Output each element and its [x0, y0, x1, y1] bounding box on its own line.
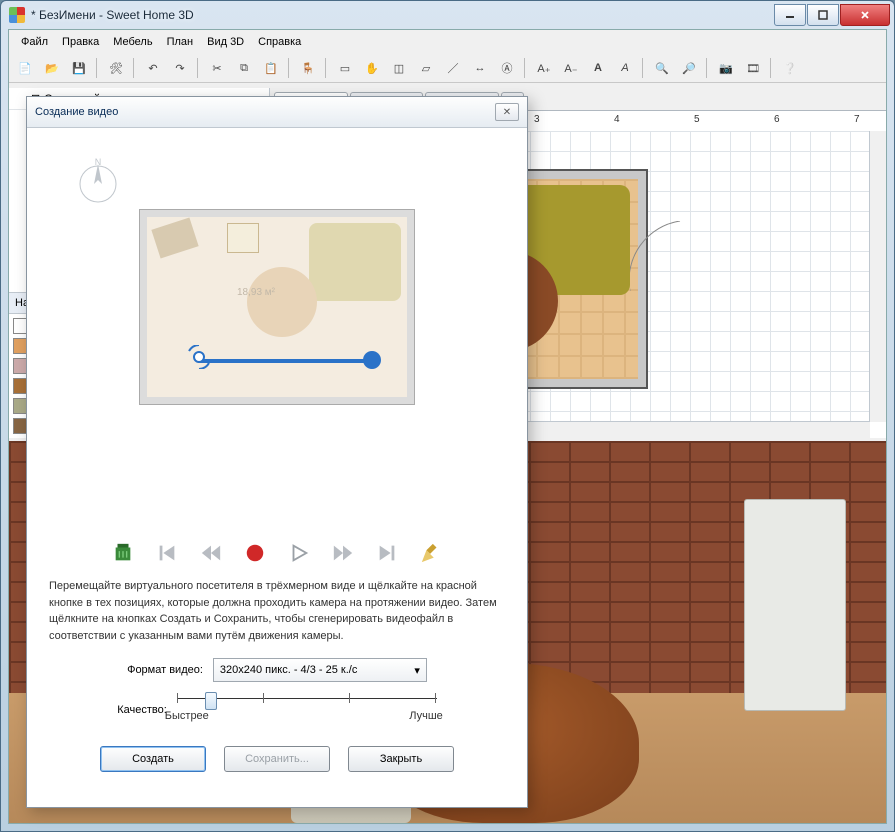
- italic-icon[interactable]: A: [613, 56, 637, 80]
- camera-path-start-icon[interactable]: [187, 345, 211, 369]
- video-icon[interactable]: 🎞: [741, 56, 765, 80]
- menu-view3d[interactable]: Вид 3D: [201, 34, 250, 50]
- compass-icon: N: [73, 156, 123, 206]
- mini-furn: [309, 223, 401, 301]
- create-text-icon[interactable]: Ⓐ: [495, 56, 519, 80]
- ruler-mark: 3: [534, 114, 540, 125]
- pan-tool-icon[interactable]: ✋: [360, 56, 384, 80]
- save-button[interactable]: Сохранить...: [224, 746, 330, 772]
- maximize-button[interactable]: [807, 4, 839, 26]
- window-title: * БезИмени - Sweet Home 3D: [31, 8, 194, 22]
- minimize-button[interactable]: [774, 4, 806, 26]
- ruler-mark: 6: [774, 114, 780, 125]
- delete-path-button[interactable]: [108, 540, 138, 566]
- dialog-close-action-button[interactable]: Закрыть: [348, 746, 454, 772]
- dialog-preview[interactable]: N 18,93 м²: [45, 140, 509, 530]
- create-polyline-icon[interactable]: ／: [441, 56, 465, 80]
- quality-right-label: Лучше: [409, 710, 443, 722]
- menu-edit[interactable]: Правка: [56, 34, 105, 50]
- ruler-mark: 5: [694, 114, 700, 125]
- door-3d: [744, 499, 846, 711]
- mini-area-label: 18,93 м²: [237, 287, 275, 298]
- broom-clean-button[interactable]: [416, 540, 446, 566]
- play-button[interactable]: [284, 540, 314, 566]
- seek-back-button[interactable]: [196, 540, 226, 566]
- record-button[interactable]: [240, 540, 270, 566]
- mini-furn: [151, 218, 198, 259]
- ruler-mark: 4: [614, 114, 620, 125]
- new-file-icon[interactable]: 📄: [13, 56, 37, 80]
- slider-thumb[interactable]: [205, 692, 217, 710]
- camera-path-end-icon[interactable]: [363, 351, 381, 369]
- dialog-description: Перемещайте виртуального посетителя в тр…: [45, 576, 509, 654]
- copy-icon[interactable]: ⧉: [232, 56, 256, 80]
- format-value: 320x240 пикс. - 4/3 - 25 к./с: [220, 664, 357, 676]
- undo-icon[interactable]: ↶: [141, 56, 165, 80]
- dialog-title: Создание видео: [35, 106, 118, 118]
- help-icon[interactable]: ❔: [778, 56, 802, 80]
- titlebar[interactable]: * БезИмени - Sweet Home 3D: [1, 1, 894, 29]
- open-file-icon[interactable]: 📂: [40, 56, 64, 80]
- menu-file[interactable]: Файл: [15, 34, 54, 50]
- bold-icon[interactable]: A: [586, 56, 610, 80]
- create-button[interactable]: Создать: [100, 746, 206, 772]
- text-bigger-icon[interactable]: A₊: [532, 56, 556, 80]
- close-button[interactable]: [840, 4, 890, 26]
- toolbar: 📄 📂 💾 🛠 ↶ ↷ ✂ ⧉ 📋 🪑 ▭ ✋ ◫ ▱ ／ ↔ Ⓐ A₊ A₋: [9, 54, 886, 83]
- redo-icon[interactable]: ↷: [168, 56, 192, 80]
- menu-help[interactable]: Справка: [252, 34, 307, 50]
- mini-furn: [227, 223, 259, 253]
- menu-bar: Файл Правка Мебель План Вид 3D Справка: [9, 30, 886, 54]
- cut-icon[interactable]: ✂: [205, 56, 229, 80]
- text-smaller-icon[interactable]: A₋: [559, 56, 583, 80]
- chevron-down-icon: ▾: [414, 664, 420, 677]
- create-rooms-icon[interactable]: ▱: [414, 56, 438, 80]
- select-tool-icon[interactable]: ▭: [333, 56, 357, 80]
- seek-fwd-button[interactable]: [328, 540, 358, 566]
- menu-furniture[interactable]: Мебель: [107, 34, 158, 50]
- format-select[interactable]: 320x240 пикс. - 4/3 - 25 к./с ▾: [213, 658, 427, 682]
- create-dimensions-icon[interactable]: ↔: [468, 56, 492, 80]
- quality-slider[interactable]: Быстрее Лучше: [177, 690, 437, 730]
- camera-path[interactable]: [197, 359, 371, 363]
- ruler-mark: 7: [854, 114, 860, 125]
- paste-icon[interactable]: 📋: [259, 56, 283, 80]
- quality-left-label: Быстрее: [165, 710, 209, 722]
- video-dialog: Создание видео ✕ N 18,93 м²: [26, 96, 528, 808]
- quality-label: Качество:: [117, 704, 167, 716]
- skip-end-button[interactable]: [372, 540, 402, 566]
- menu-plan[interactable]: План: [161, 34, 200, 50]
- format-label: Формат видео:: [127, 664, 203, 676]
- scrollbar-vertical[interactable]: [869, 131, 886, 422]
- save-file-icon[interactable]: 💾: [67, 56, 91, 80]
- skip-start-button[interactable]: [152, 540, 182, 566]
- add-furniture-icon[interactable]: 🪑: [296, 56, 320, 80]
- photo-icon[interactable]: 📷: [714, 56, 738, 80]
- mini-furn: [247, 267, 317, 337]
- playback-controls: [45, 530, 509, 576]
- zoom-out-icon[interactable]: 🔎: [677, 56, 701, 80]
- preferences-icon[interactable]: 🛠: [104, 56, 128, 80]
- dialog-close-button[interactable]: ✕: [495, 103, 519, 121]
- zoom-in-icon[interactable]: 🔍: [650, 56, 674, 80]
- mini-plan[interactable]: 18,93 м²: [140, 210, 414, 404]
- door-arc-icon: [630, 221, 690, 301]
- dialog-titlebar[interactable]: Создание видео ✕: [27, 97, 527, 128]
- app-icon: [9, 7, 25, 23]
- create-walls-icon[interactable]: ◫: [387, 56, 411, 80]
